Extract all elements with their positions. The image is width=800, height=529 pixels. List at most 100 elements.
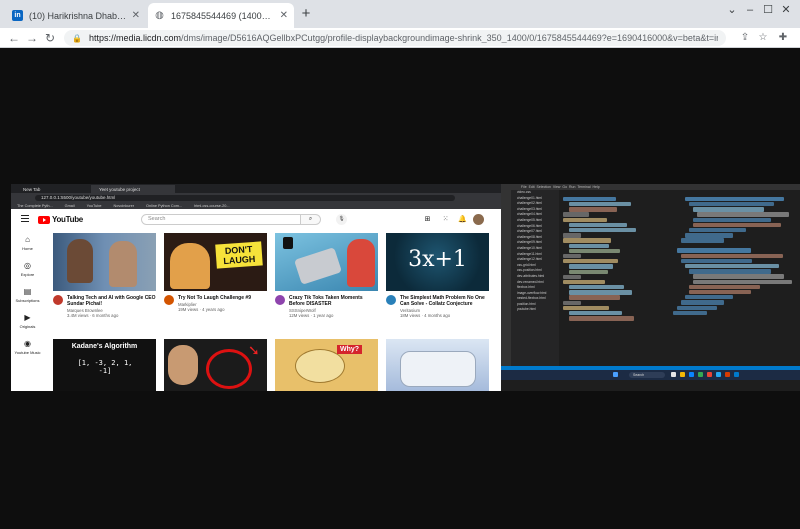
reload-button[interactable]: ↻: [42, 30, 58, 46]
taskbar-app-icon: [671, 372, 676, 377]
tab-image[interactable]: ◍ 1675845544469 (1400×349) ✕: [148, 3, 294, 28]
css-pane: [563, 190, 651, 366]
bookmark-star-icon[interactable]: ☆: [756, 31, 770, 45]
bookmark-item: Online Python Com...: [146, 203, 183, 208]
inner-tab: Yeet youtube project: [91, 185, 175, 193]
rail-item-originals: ▶ Originals: [11, 313, 44, 329]
video-card: Crazy Tik Toks Taken Moments Before DISA…: [275, 233, 378, 318]
globe-icon: ◍: [155, 10, 164, 21]
taskbar-search: Search: [629, 372, 665, 378]
linkedin-icon: in: [12, 10, 23, 21]
channel-avatar: [386, 295, 396, 305]
video-thumbnail: ➘: [164, 339, 267, 391]
extensions-icon[interactable]: ✚: [776, 31, 790, 45]
video-stats: 3.4M views · 6 months ago: [67, 313, 119, 318]
video-card: Talking Tech and AI with Google CEO Sund…: [53, 233, 156, 318]
close-tab-icon[interactable]: ✕: [132, 10, 140, 21]
music-icon: ◉: [24, 339, 31, 348]
taskbar-app-icon: [707, 372, 712, 377]
apps-icon: ⁙: [442, 216, 449, 223]
thumbnail-text: Why?: [337, 345, 363, 354]
originals-icon: ▶: [24, 313, 31, 322]
rail-item-subscriptions: ▤ Subscriptions: [11, 287, 44, 303]
inner-tab-strip: New Tab Yeet youtube project: [11, 184, 501, 193]
back-button[interactable]: ←: [6, 30, 22, 46]
chevron-down-icon[interactable]: ⌄: [726, 4, 738, 16]
lock-icon: 🔒: [72, 33, 82, 43]
bookmark-item: The Complete Pyth...: [17, 203, 53, 208]
video-thumbnail: [275, 233, 378, 291]
taskbar-app-icon: [716, 372, 721, 377]
yt-search-input: Search: [141, 214, 301, 225]
youtube-logo: YouTube: [38, 215, 83, 224]
bookmark-item: YouTube: [86, 203, 102, 208]
video-thumbnail: Why?: [275, 339, 378, 391]
inner-bookmarks-bar: The Complete Pyth... Gmail YouTube Novoi…: [11, 202, 501, 209]
rail-item-explore: ◎ Explore: [11, 261, 44, 277]
inner-tab: New Tab: [23, 186, 41, 192]
home-icon: ⌂: [25, 235, 30, 244]
search-icon: ⌕: [301, 214, 321, 225]
url-path: /dms/image/D5616AQGellbxPCutgg/profile-d…: [181, 33, 718, 43]
taskbar-app-icon: [689, 372, 694, 377]
microphone-icon: 🎙: [336, 214, 347, 225]
video-card: Kadane's Algorithm [1, -3, 2, 1, -1]: [53, 339, 156, 391]
yt-side-rail: ⌂ Home ◎ Explore ▤ Subscriptions ▶ Originals…: [11, 231, 44, 391]
thumbnail-text: DON'T LAUGH: [215, 241, 263, 269]
video-title: Try Not To Laugh Challenge #9: [178, 295, 251, 301]
upload-icon: ⊞: [424, 216, 431, 223]
video-card: [386, 339, 489, 391]
hamburger-menu-icon: [21, 215, 29, 223]
html-pane: [659, 190, 800, 366]
taskbar-app-icon: [725, 372, 730, 377]
channel-avatar: [53, 295, 63, 305]
tab-linkedin[interactable]: in (10) Harikrishna Dhabbala | Linke ✕: [6, 3, 146, 28]
video-thumbnail: DON'T LAUGH: [164, 233, 267, 291]
channel-avatar: [164, 295, 174, 305]
rail-item-home: ⌂ Home: [11, 235, 44, 251]
video-card: Why?: [275, 339, 378, 391]
taskbar-app-icon: [680, 372, 685, 377]
video-thumbnail: 3x+1: [386, 233, 489, 291]
activity-bar: [501, 190, 511, 366]
yt-header: YouTube Search ⌕ 🎙 ⊞ ⁙ 🔔: [11, 209, 501, 231]
notifications-icon: 🔔: [458, 216, 467, 223]
code-editor: File Edit Selection View Go Run Terminal…: [501, 184, 800, 391]
maximize-icon[interactable]: ☐: [762, 4, 774, 16]
displayed-image: New Tab Yeet youtube project 127.0.0.1:5…: [11, 184, 800, 391]
channel-avatar: [275, 295, 285, 305]
video-stats: 12M views · 1 year ago: [289, 313, 334, 318]
close-window-icon[interactable]: ✕: [780, 4, 792, 16]
new-tab-button[interactable]: +: [298, 6, 314, 22]
image-viewport: New Tab Yeet youtube project 127.0.0.1:5…: [0, 48, 800, 529]
video-card: DON'T LAUGH Try Not To Laugh Challenge #…: [164, 233, 267, 312]
video-title: Talking Tech and AI with Google CEO Sund…: [67, 295, 156, 307]
video-stats: 18M views · 4 months ago: [400, 313, 451, 318]
windows-taskbar: Search: [501, 370, 800, 380]
inner-url: 127.0.0.1:5500/youtube/youtube.html: [35, 194, 455, 201]
tab-title: 1675845544469 (1400×349): [171, 10, 276, 21]
close-tab-icon[interactable]: ✕: [280, 10, 288, 21]
windows-start-icon: [613, 372, 618, 377]
forward-button[interactable]: →: [24, 30, 40, 46]
explore-icon: ◎: [24, 261, 31, 270]
taskbar-app-icon: [698, 372, 703, 377]
video-thumbnail: [386, 339, 489, 391]
minimize-icon[interactable]: –: [744, 4, 756, 16]
url-host: https://media.licdn.com: [88, 33, 182, 43]
share-icon[interactable]: ⇪: [738, 31, 752, 45]
thumbnail-text: 3x+1: [408, 247, 467, 272]
video-title: The Simplest Math Problem No One Can Sol…: [400, 295, 485, 307]
video-card: 3x+1 The Simplest Math Problem No One Ca…: [386, 233, 489, 318]
youtube-clone-page: YouTube Search ⌕ 🎙 ⊞ ⁙ 🔔 ⌂ Home ◎ Explore …: [11, 209, 501, 391]
video-card: ➘: [164, 339, 267, 391]
taskbar-app-icon: [734, 372, 739, 377]
video-stats: 19M views · 4 years ago: [178, 307, 225, 312]
address-bar[interactable]: 🔒 https://media.licdn.com/dms/image/D561…: [64, 30, 726, 46]
video-thumbnail: Kadane's Algorithm [1, -3, 2, 1, -1]: [53, 339, 156, 391]
bookmark-item: html-css-course-20...: [194, 203, 230, 208]
bookmark-item: Novoinkurer: [113, 203, 134, 208]
avatar: [473, 214, 484, 225]
subscriptions-icon: ▤: [23, 287, 32, 296]
rail-item-music: ◉ Youtube Music: [11, 339, 44, 355]
